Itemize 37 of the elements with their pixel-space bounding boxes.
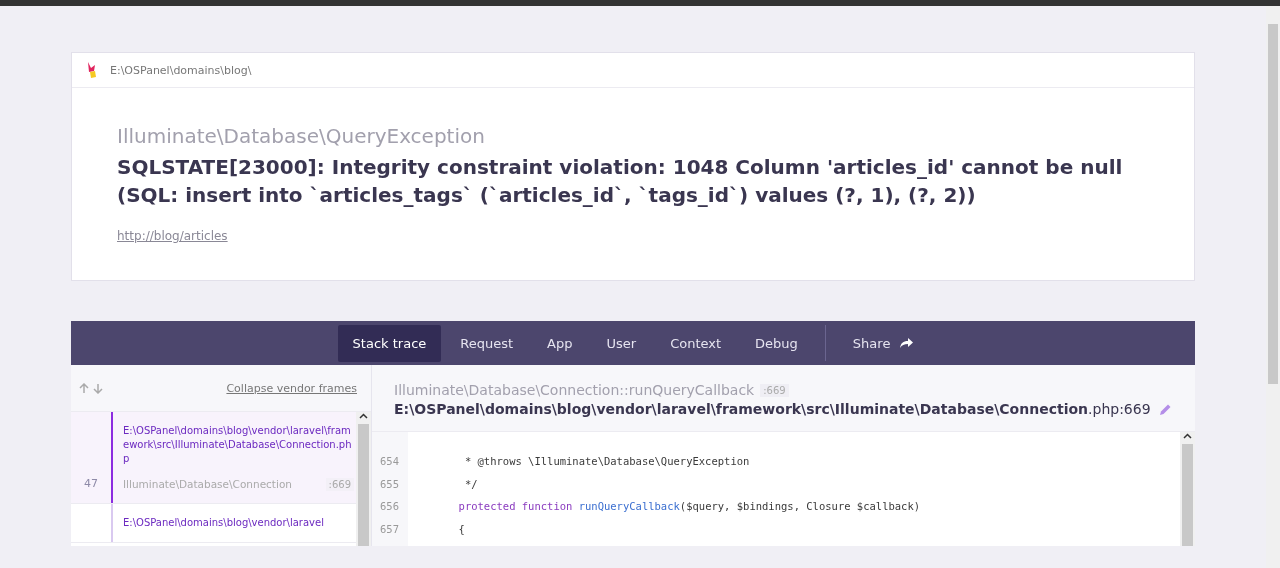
tab[interactable]: Stack trace: [337, 324, 442, 362]
frame-file: E:\OSPanel\domains\blog\vendor\laravel: [123, 516, 325, 530]
share-arrow-icon: [900, 337, 914, 349]
scroll-up-icon[interactable]: [1183, 432, 1192, 440]
line-number: 654: [379, 454, 400, 470]
app-path: E:\OSPanel\domains\blog\: [110, 63, 252, 77]
line-number: 657: [379, 521, 400, 537]
tab[interactable]: Context: [655, 324, 737, 362]
arrow-down-icon[interactable]: [93, 382, 103, 394]
page-scrollbar[interactable]: [1266, 6, 1280, 568]
exception-class: Illuminate\Database\QueryException: [117, 124, 486, 148]
line-number: 655: [379, 476, 400, 492]
tab[interactable]: Debug: [740, 324, 813, 362]
pencil-icon[interactable]: [1158, 402, 1172, 416]
frame-number: 47: [84, 477, 98, 490]
frames-scrollbar[interactable]: [356, 412, 371, 546]
collapse-vendor-frames-link[interactable]: Collapse vendor frames: [226, 381, 357, 395]
frame-file-path: E:\OSPanel\domains\blog\vendor\laravel\framework\src\Illuminate\Database\Connection.php:669: [394, 401, 1151, 417]
frame-file: E:\OSPanel\domains\blog\vendor\laravel\framework\src\Illuminate\Database\Connection.php: [123, 424, 353, 466]
frame-class: Illuminate\Database\Connection: [123, 478, 292, 491]
exception-message: SQLSTATE[23000]: Integrity constraint violation: 1048 Column 'articles_id' cannot be null (SQL: insert into `articles_tags` (`articles_id`, `tags_id`) values (?, 1), (?, 2)): [117, 154, 1124, 209]
code-line: * @throws \Illuminate\Database\QueryException: [463, 454, 751, 470]
tab[interactable]: App: [532, 324, 588, 362]
scroll-up-icon[interactable]: [359, 412, 368, 420]
stack-frame[interactable]: 47 E:\OSPanel\domains\blog\vendor\laravel\framework\src\Illuminate\Database\Connection.php Illuminate\Database\Connection :669: [71, 412, 356, 504]
tab[interactable]: Request: [445, 324, 529, 362]
tab[interactable]: User: [591, 324, 652, 362]
share-button[interactable]: Share: [837, 324, 929, 362]
frame-method: Illuminate\Database\Connection::runQueryCallback: [394, 382, 755, 398]
code-scrollbar[interactable]: [1180, 432, 1195, 546]
code-line: */: [463, 476, 479, 492]
request-url[interactable]: http://blog/articles: [117, 229, 228, 243]
line-number: 656: [379, 499, 400, 515]
code-line: {: [457, 521, 466, 537]
logo-icon: [86, 62, 98, 78]
code-line: protected function runQueryCallback($query, $bindings, Closure $callback): [457, 499, 922, 515]
arrow-up-icon[interactable]: [79, 382, 89, 394]
